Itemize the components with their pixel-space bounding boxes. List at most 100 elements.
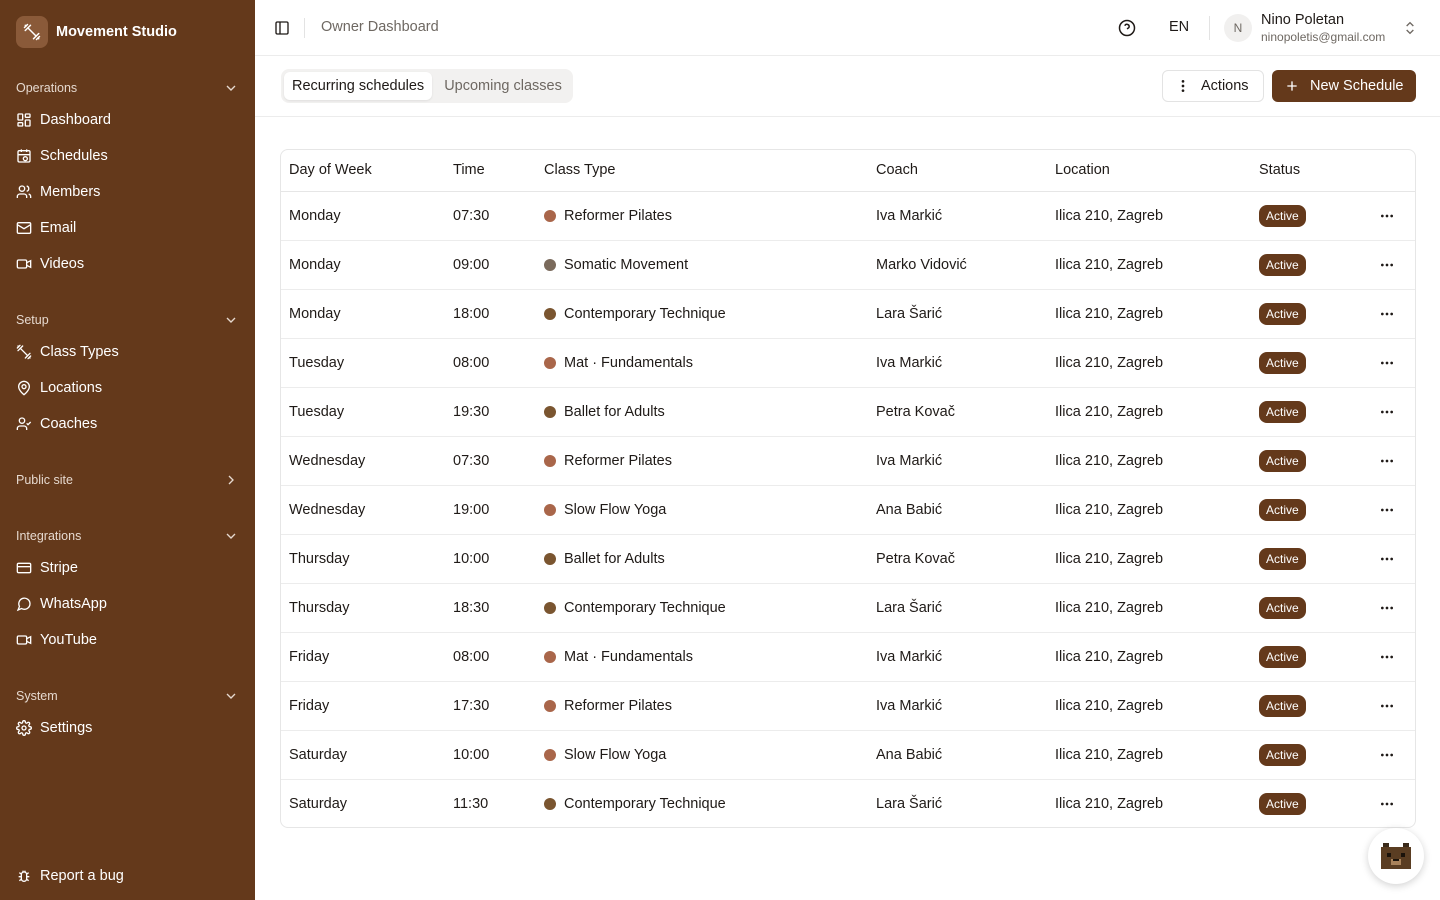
mail-icon: [16, 220, 32, 236]
sidebar-item-email[interactable]: Email: [8, 212, 247, 244]
more-horizontal-icon[interactable]: [1375, 596, 1399, 620]
group-setup[interactable]: Setup: [16, 308, 239, 332]
help-circle-icon[interactable]: [1117, 18, 1137, 38]
cell-status: Active: [1251, 779, 1361, 827]
cell-location: Ilica 210, Zagreb: [1047, 632, 1251, 682]
col-header-status[interactable]: Status: [1251, 150, 1361, 192]
col-header-class-type[interactable]: Class Type: [536, 150, 868, 192]
more-horizontal-icon[interactable]: [1375, 645, 1399, 669]
cell-time: 19:30: [445, 387, 536, 437]
schedules-table: Day of Week Time Class Type Coach Locati…: [280, 149, 1416, 828]
sidebar-item-label: Coaches: [40, 416, 98, 432]
brand[interactable]: Movement Studio: [16, 16, 177, 48]
class-type-label: Contemporary Technique: [564, 305, 726, 322]
table-row[interactable]: Saturday 10:00 Slow Flow Yoga Ana Babić …: [281, 730, 1415, 780]
cell-day: Saturday: [281, 730, 445, 780]
message-circle-icon: [16, 596, 32, 612]
table-row[interactable]: Saturday 11:30 Contemporary Technique La…: [281, 779, 1415, 827]
cell-status: Active: [1251, 191, 1361, 241]
actions-button[interactable]: Actions: [1162, 70, 1264, 102]
sidebar-item-stripe[interactable]: Stripe: [8, 552, 247, 584]
cell-actions: [1361, 436, 1415, 486]
cell-day: Thursday: [281, 534, 445, 584]
video-icon: [16, 256, 32, 272]
sidebar-item-label: Stripe: [40, 560, 78, 576]
group-system[interactable]: System: [16, 684, 239, 708]
sidebar-item-members[interactable]: Members: [8, 176, 247, 208]
tab-recurring-schedules[interactable]: Recurring schedules: [284, 72, 433, 100]
table-row[interactable]: Friday 17:30 Reformer Pilates Iva Markić…: [281, 681, 1415, 731]
sidebar-item-class-types[interactable]: Class Types: [8, 336, 247, 368]
table-row[interactable]: Monday 09:00 Somatic Movement Marko Vido…: [281, 240, 1415, 290]
class-type-label: Slow Flow Yoga: [564, 746, 667, 763]
cell-time: 07:30: [445, 191, 536, 241]
table-row[interactable]: Wednesday 19:00 Slow Flow Yoga Ana Babić…: [281, 485, 1415, 535]
sidebar-item-schedules[interactable]: Schedules: [8, 140, 247, 172]
table-row[interactable]: Wednesday 07:30 Reformer Pilates Iva Mar…: [281, 436, 1415, 486]
map-pin-icon: [16, 380, 32, 396]
sidebar-item-coaches[interactable]: Coaches: [8, 408, 247, 440]
table-row[interactable]: Thursday 18:30 Contemporary Technique La…: [281, 583, 1415, 633]
more-horizontal-icon[interactable]: [1375, 204, 1399, 228]
sidebar-item-locations[interactable]: Locations: [8, 372, 247, 404]
group-label: System: [16, 689, 58, 703]
sidebar-item-label: Dashboard: [40, 112, 111, 128]
breadcrumb[interactable]: Owner Dashboard: [321, 19, 439, 35]
sidebar-item-videos[interactable]: Videos: [8, 248, 247, 280]
more-horizontal-icon[interactable]: [1375, 547, 1399, 571]
cell-coach: Lara Šarić: [876, 795, 943, 812]
language-switcher[interactable]: EN: [1169, 19, 1189, 35]
cell-coach: Ana Babić: [868, 485, 1047, 535]
cell-day: Tuesday: [281, 387, 445, 437]
status-badge: Active: [1259, 204, 1306, 227]
cell-location: Ilica 210, Zagreb: [1047, 436, 1251, 486]
table-row[interactable]: Monday 07:30 Reformer Pilates Iva Markić…: [281, 191, 1415, 241]
sidebar-item-youtube[interactable]: YouTube: [8, 624, 247, 656]
cell-location: Ilica 210, Zagreb: [1047, 681, 1251, 731]
report-bug-button[interactable]: Report a bug: [8, 860, 247, 892]
cell-class-type: Somatic Movement: [536, 240, 868, 290]
sidebar-item-dashboard[interactable]: Dashboard: [8, 104, 247, 136]
table-row[interactable]: Thursday 10:00 Ballet for Adults Petra K…: [281, 534, 1415, 584]
status-badge: Active: [1259, 302, 1306, 325]
group-label: Operations: [16, 81, 78, 95]
more-horizontal-icon[interactable]: [1375, 449, 1399, 473]
user-menu[interactable]: N Nino Poletan ninopoletis@gmail.com: [1224, 10, 1424, 46]
col-header-time[interactable]: Time: [445, 150, 536, 192]
col-header-location[interactable]: Location: [1047, 150, 1251, 192]
cell-coach: Iva Markić: [868, 436, 1047, 486]
class-color-dot: [544, 699, 556, 712]
cell-location: Ilica 210, Zagreb: [1047, 387, 1251, 437]
cell-time: 19:00: [445, 485, 536, 535]
sidebar-item-whatsapp[interactable]: WhatsApp: [8, 588, 247, 620]
new-schedule-button[interactable]: New Schedule: [1272, 70, 1416, 102]
more-horizontal-icon[interactable]: [1375, 400, 1399, 424]
more-horizontal-icon[interactable]: [1375, 743, 1399, 767]
more-horizontal-icon[interactable]: [1375, 792, 1399, 816]
more-horizontal-icon[interactable]: [1375, 498, 1399, 522]
group-public-site[interactable]: Public site: [16, 468, 239, 492]
table-row[interactable]: Tuesday 19:30 Ballet for Adults Petra Ko…: [281, 387, 1415, 437]
more-horizontal-icon[interactable]: [1375, 351, 1399, 375]
cell-coach: Iva Markić: [868, 632, 1047, 682]
table-row[interactable]: Tuesday 08:00 Mat · Fundamentals Iva Mar…: [281, 338, 1415, 388]
more-horizontal-icon[interactable]: [1375, 302, 1399, 326]
pixel-bear-icon[interactable]: [1368, 828, 1424, 884]
more-horizontal-icon[interactable]: [1375, 253, 1399, 277]
table-row[interactable]: Friday 08:00 Mat · Fundamentals Iva Mark…: [281, 632, 1415, 682]
more-horizontal-icon[interactable]: [1375, 694, 1399, 718]
cell-coach: Iva Markić: [868, 191, 1047, 241]
status-badge: Active: [1259, 743, 1306, 766]
tab-upcoming-classes[interactable]: Upcoming classes: [436, 72, 570, 100]
table-row[interactable]: Monday 18:00 Contemporary Technique Lara…: [281, 289, 1415, 339]
group-integrations[interactable]: Integrations: [16, 524, 239, 548]
class-color-dot: [544, 258, 556, 271]
sidebar-item-settings[interactable]: Settings: [8, 712, 247, 744]
col-header-day[interactable]: Day of Week: [281, 150, 445, 192]
sidebar-toggle-icon[interactable]: [272, 18, 292, 38]
cell-day: Friday: [281, 632, 445, 682]
class-color-dot: [544, 748, 556, 761]
gear-icon: [16, 720, 32, 736]
col-header-coach[interactable]: Coach: [868, 150, 1047, 192]
group-operations[interactable]: Operations: [16, 76, 239, 100]
